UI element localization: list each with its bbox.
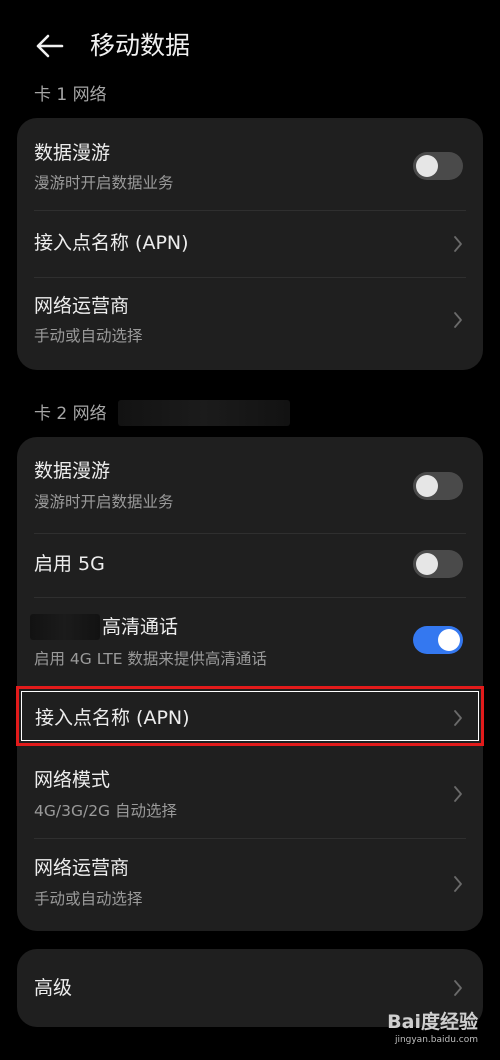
sim1-carrier-title: 网络运营商 (34, 295, 130, 317)
watermark-url: jingyan.baidu.com (394, 1035, 478, 1045)
baidu-jingyan-watermark: Bai度经验 jingyan.baidu.com (387, 1010, 478, 1046)
sim2-apn-title: 接入点名称 (APN) (35, 707, 190, 729)
sim1-data-roaming-title: 数据漫游 (34, 142, 111, 164)
sim2-carrier-row[interactable]: 网络运营商 手动或自动选择 (17, 839, 483, 931)
chevron-right-icon (454, 236, 462, 252)
chevron-right-icon (454, 876, 462, 892)
chevron-right-icon (454, 312, 462, 328)
chevron-right-icon (454, 786, 462, 802)
sim1-data-roaming-toggle[interactable] (413, 152, 463, 180)
sim2-data-roaming-toggle[interactable] (413, 472, 463, 500)
sim2-5g-title: 启用 5G (34, 553, 105, 575)
sim2-network-mode-title: 网络模式 (34, 769, 111, 791)
sim2-card: 数据漫游 漫游时开启数据业务 启用 5G 高清通话 启用 4G LTE 数据来提… (17, 437, 483, 931)
page-title: 移动数据 (90, 31, 191, 60)
toggle-knob (438, 629, 460, 651)
app-header: 移动数据 (0, 0, 500, 92)
sim1-data-roaming-row[interactable]: 数据漫游 漫游时开启数据业务 (17, 118, 483, 210)
sim1-apn-title: 接入点名称 (APN) (34, 232, 189, 254)
sim1-carrier-row[interactable]: 网络运营商 手动或自动选择 (17, 278, 483, 370)
toggle-knob (416, 155, 438, 177)
arrow-left-icon[interactable] (30, 26, 70, 66)
sim2-5g-toggle[interactable] (413, 550, 463, 578)
chevron-right-icon (454, 980, 462, 996)
sim2-section-label: 卡 2 网络 (34, 404, 107, 424)
sim2-apn-row[interactable]: 接入点名称 (APN) (16, 686, 484, 746)
sim1-data-roaming-subtitle: 漫游时开启数据业务 (34, 174, 174, 192)
watermark-logo: Bai度经验 (387, 1011, 478, 1033)
sim2-carrier-title: 网络运营商 (34, 857, 130, 879)
advanced-title: 高级 (34, 977, 73, 999)
sim2-data-roaming-row[interactable]: 数据漫游 漫游时开启数据业务 (17, 437, 483, 533)
redacted-carrier-name (118, 400, 290, 426)
sim2-hd-call-title: 高清通话 (102, 616, 179, 638)
sim2-hd-call-subtitle: 启用 4G LTE 数据来提供高清通话 (34, 650, 267, 668)
chevron-right-icon (454, 710, 462, 726)
sim2-network-mode-subtitle: 4G/3G/2G 自动选择 (34, 802, 177, 820)
sim2-data-roaming-subtitle: 漫游时开启数据业务 (34, 493, 174, 511)
sim2-carrier-subtitle: 手动或自动选择 (34, 890, 143, 908)
toggle-knob (416, 475, 438, 497)
sim1-carrier-subtitle: 手动或自动选择 (34, 327, 143, 345)
sim2-data-roaming-title: 数据漫游 (34, 460, 111, 482)
sim2-network-mode-row[interactable]: 网络模式 4G/3G/2G 自动选择 (17, 749, 483, 837)
sim1-card: 数据漫游 漫游时开启数据业务 接入点名称 (APN) 网络运营商 手动或自动选择 (17, 118, 483, 370)
sim1-apn-row[interactable]: 接入点名称 (APN) (17, 211, 483, 277)
redacted-carrier-prefix (30, 614, 100, 640)
sim2-hd-call-toggle[interactable] (413, 626, 463, 654)
sim2-hd-call-row[interactable]: 高清通话 启用 4G LTE 数据来提供高清通话 (17, 598, 483, 686)
sim2-5g-row[interactable]: 启用 5G (17, 534, 483, 597)
toggle-knob (416, 553, 438, 575)
sim1-section-label: 卡 1 网络 (34, 85, 107, 105)
